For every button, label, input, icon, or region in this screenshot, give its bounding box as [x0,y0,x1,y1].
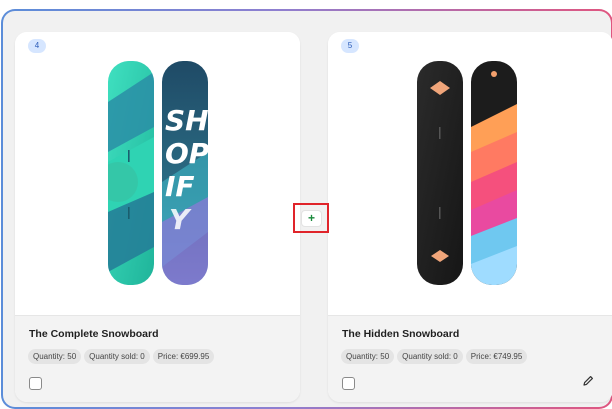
position-badge: 5 [341,39,359,53]
quantity-sold-badge: Quantity sold: 0 [84,349,150,364]
quantity-badge: Quantity: 50 [341,349,395,364]
product-card-complete-snowboard[interactable]: SH OP IF Y 4 The Complete Snowboard Quan… [15,32,300,402]
select-checkbox[interactable] [342,377,355,390]
product-image: SH OP IF Y [15,32,300,315]
quantity-sold-badge: Quantity sold: 0 [397,349,463,364]
product-stats: Quantity: 50 Quantity sold: 0 Price: €74… [341,349,528,364]
board-print-text: SH [165,104,209,137]
position-badge: 4 [28,39,46,53]
product-card-hidden-snowboard[interactable]: 5 The Hidden Snowboard Quantity: 50 Quan… [328,32,612,402]
product-image [328,32,612,315]
board-print-text: Y [169,203,192,236]
quantity-badge: Quantity: 50 [28,349,82,364]
product-title: The Complete Snowboard [29,328,159,340]
highlight-box: + [293,203,329,233]
board-print-text: IF [165,170,195,203]
product-stats: Quantity: 50 Quantity sold: 0 Price: €69… [28,349,215,364]
price-badge: Price: €749.95 [465,349,528,364]
board-print-text: OP [165,137,210,170]
select-checkbox[interactable] [29,377,42,390]
product-info: The Complete Snowboard Quantity: 50 Quan… [15,315,300,402]
product-title: The Hidden Snowboard [342,328,460,340]
add-product-button[interactable]: + [301,210,322,227]
pencil-edit-icon[interactable] [581,374,595,388]
price-badge: Price: €699.95 [152,349,215,364]
snowboard-image: SH OP IF Y [108,61,210,285]
snowboard-image [417,61,517,285]
plus-icon: + [307,211,315,225]
product-info: The Hidden Snowboard Quantity: 50 Quanti… [328,315,612,402]
